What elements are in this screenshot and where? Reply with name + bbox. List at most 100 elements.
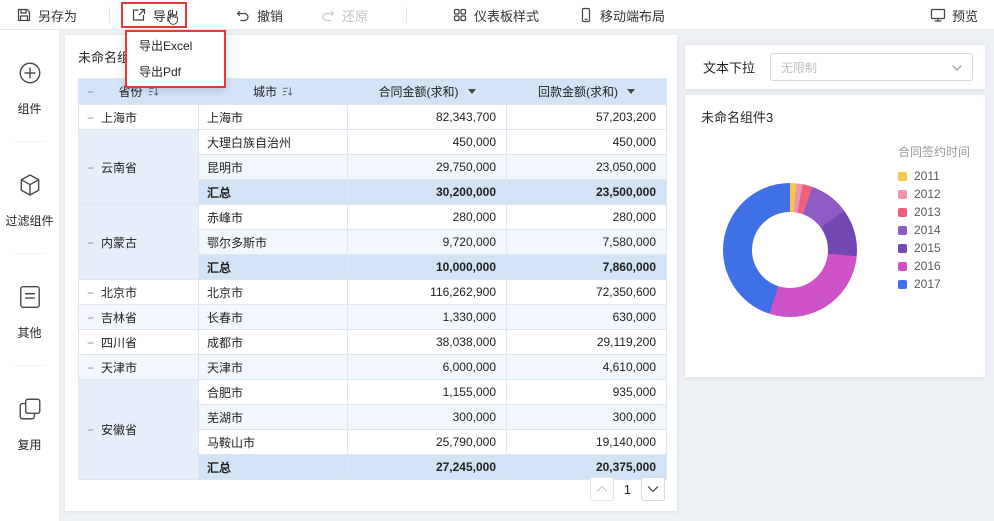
payment-cell: 23,500,000 — [506, 179, 667, 205]
dashboard-style-label: 仪表板样式 — [474, 8, 540, 24]
sidebar-item-components[interactable]: 组件 — [0, 30, 59, 142]
export-button[interactable]: 导出 — [131, 0, 179, 30]
grid-icon — [453, 8, 467, 22]
legend-swatch — [898, 279, 907, 289]
collapse-group-icon[interactable]: − — [87, 286, 94, 300]
payment-cell: 57,203,200 — [506, 104, 667, 130]
legend-item[interactable]: 2011 — [898, 170, 970, 182]
collapse-group-icon[interactable]: − — [87, 311, 94, 325]
save-as-button[interactable]: 另存为 — [16, 0, 77, 30]
contract-cell: 82,343,700 — [347, 104, 507, 130]
data-table: − 省份 城市 合同金额(求和) 回款金额(求和) − 上海市 上海市 82,3… — [78, 78, 667, 480]
city-cell: 马鞍山市 — [198, 429, 348, 455]
legend-item[interactable]: 2013 — [898, 206, 970, 218]
table-row: − 安徽省 合肥市 1,155,000 935,000 — [78, 379, 667, 480]
payment-cell: 280,000 — [506, 204, 667, 230]
city-cell: 芜湖市 — [198, 404, 348, 430]
toolbar-divider — [109, 7, 110, 23]
column-dropdown-icon[interactable] — [627, 89, 635, 98]
column-header-contract[interactable]: 合同金额(求和) — [347, 78, 507, 105]
preview-button[interactable]: 预览 — [930, 0, 978, 30]
collapse-group-icon[interactable]: − — [87, 336, 94, 350]
redo-button[interactable]: 还原 — [320, 0, 368, 30]
sort-icon[interactable] — [282, 86, 293, 97]
legend-item[interactable]: 2012 — [898, 188, 970, 200]
city-cell: 鄂尔多斯市 — [198, 229, 348, 255]
payment-cell: 23,050,000 — [506, 154, 667, 180]
mobile-layout-label: 移动端布局 — [600, 8, 666, 24]
city-cell: 汇总 — [198, 179, 348, 205]
contract-cell: 29,750,000 — [347, 154, 507, 180]
payment-cell: 7,860,000 — [506, 254, 667, 280]
cube-icon — [20, 174, 39, 196]
save-icon — [17, 8, 31, 22]
sidebar-item-label: 其他 — [17, 326, 42, 340]
legend-swatch — [898, 207, 907, 217]
province-cell: − 天津市 — [78, 354, 199, 380]
app-window: 另存为 导出 撤销 还原 仪表板样式 移动端布局 预览 导出Excel 导出Pd… — [0, 0, 994, 521]
legend-item[interactable]: 2016 — [898, 260, 970, 272]
chart-widget-title: 未命名组件3 — [701, 110, 774, 125]
export-menu-item[interactable]: 导出Excel — [127, 33, 224, 59]
circle-plus-icon — [19, 62, 40, 84]
save-as-label: 另存为 — [38, 8, 78, 24]
table-row: − 天津市 天津市 6,000,000 4,610,000 — [78, 354, 667, 380]
text-dropdown-value: 无限制 — [781, 60, 818, 75]
contract-cell: 25,790,000 — [347, 429, 507, 455]
legend-swatch — [898, 225, 907, 235]
legend-swatch — [898, 261, 907, 271]
page-down-button[interactable] — [641, 477, 665, 501]
contract-cell: 10,000,000 — [347, 254, 507, 280]
city-cell: 合肥市 — [198, 379, 348, 405]
city-cell: 北京市 — [198, 279, 348, 305]
column-dropdown-icon[interactable] — [467, 89, 476, 98]
collapse-group-icon[interactable]: − — [87, 111, 94, 125]
mobile-layout-button[interactable]: 移动端布局 — [578, 0, 665, 30]
undo-label: 撤销 — [257, 8, 284, 24]
page-number: 1 — [623, 481, 631, 497]
province-cell: − 云南省 — [78, 129, 199, 205]
table-body: − 上海市 上海市 82,343,700 57,203,200− 云南省 大理白族自治州 45… — [78, 104, 667, 480]
table-row: − 内蒙古 赤峰市 280,000 280,000 — [78, 204, 667, 280]
table-row: − 云南省 大理白族自治州 450,000 450,000 — [78, 129, 667, 205]
legend-label: 2014 — [914, 223, 941, 237]
dashboard-style-button[interactable]: 仪表板样式 — [452, 0, 539, 30]
undo-button[interactable]: 撤销 — [235, 0, 283, 30]
payment-cell: 72,350,600 — [506, 279, 667, 305]
collapse-group-icon[interactable]: − — [87, 236, 94, 250]
undo-icon — [236, 10, 249, 22]
contract-cell: 450,000 — [347, 129, 507, 155]
sidebar-item-others[interactable]: 其他 — [0, 254, 59, 366]
sidebar-item-reuse[interactable]: 复用 — [0, 366, 59, 478]
collapse-group-icon[interactable]: − — [87, 423, 94, 437]
donut-chart[interactable] — [723, 183, 857, 317]
collapse-group-icon[interactable]: − — [87, 361, 94, 375]
legend-item[interactable]: 2017 — [898, 278, 970, 290]
monitor-icon — [930, 8, 946, 22]
city-cell: 成都市 — [198, 329, 348, 355]
sidebar-item-filter-components[interactable]: 过滤组件 — [0, 142, 59, 254]
province-cell: − 安徽省 — [78, 379, 199, 480]
payment-cell: 29,119,200 — [506, 329, 667, 355]
export-label: 导出 — [153, 8, 180, 24]
column-label: 合同金额(求和) — [378, 85, 459, 99]
text-dropdown-label: 文本下拉 — [703, 60, 756, 76]
text-dropdown-select[interactable]: 无限制 — [770, 53, 973, 81]
column-label: 回款金额(求和) — [538, 85, 618, 99]
contract-cell: 38,038,000 — [347, 329, 507, 355]
collapse-group-icon[interactable]: − — [87, 161, 94, 175]
column-header-payment[interactable]: 回款金额(求和) — [506, 78, 667, 105]
sidebar: 组件 过滤组件 其他 复用 — [0, 30, 60, 521]
text-dropdown-widget: 文本下拉 无限制 — [685, 45, 985, 89]
city-cell: 长春市 — [198, 304, 348, 330]
export-menu: 导出Excel 导出Pdf — [125, 30, 226, 88]
export-menu-item[interactable]: 导出Pdf — [127, 59, 224, 85]
legend-item[interactable]: 2014 — [898, 224, 970, 236]
page-up-button[interactable] — [589, 477, 614, 501]
sidebar-item-label: 组件 — [17, 102, 42, 116]
table-row: − 北京市 北京市 116,262,900 72,350,600 — [78, 279, 667, 305]
legend-item[interactable]: 2015 — [898, 242, 970, 254]
collapse-all-icon[interactable]: − — [87, 85, 94, 99]
table-widget: 未命名组件 − 省份 城市 合同金额(求和) 回款金额(求和) − 上海市 上海… — [65, 35, 677, 511]
chevron-down-icon — [647, 486, 659, 493]
